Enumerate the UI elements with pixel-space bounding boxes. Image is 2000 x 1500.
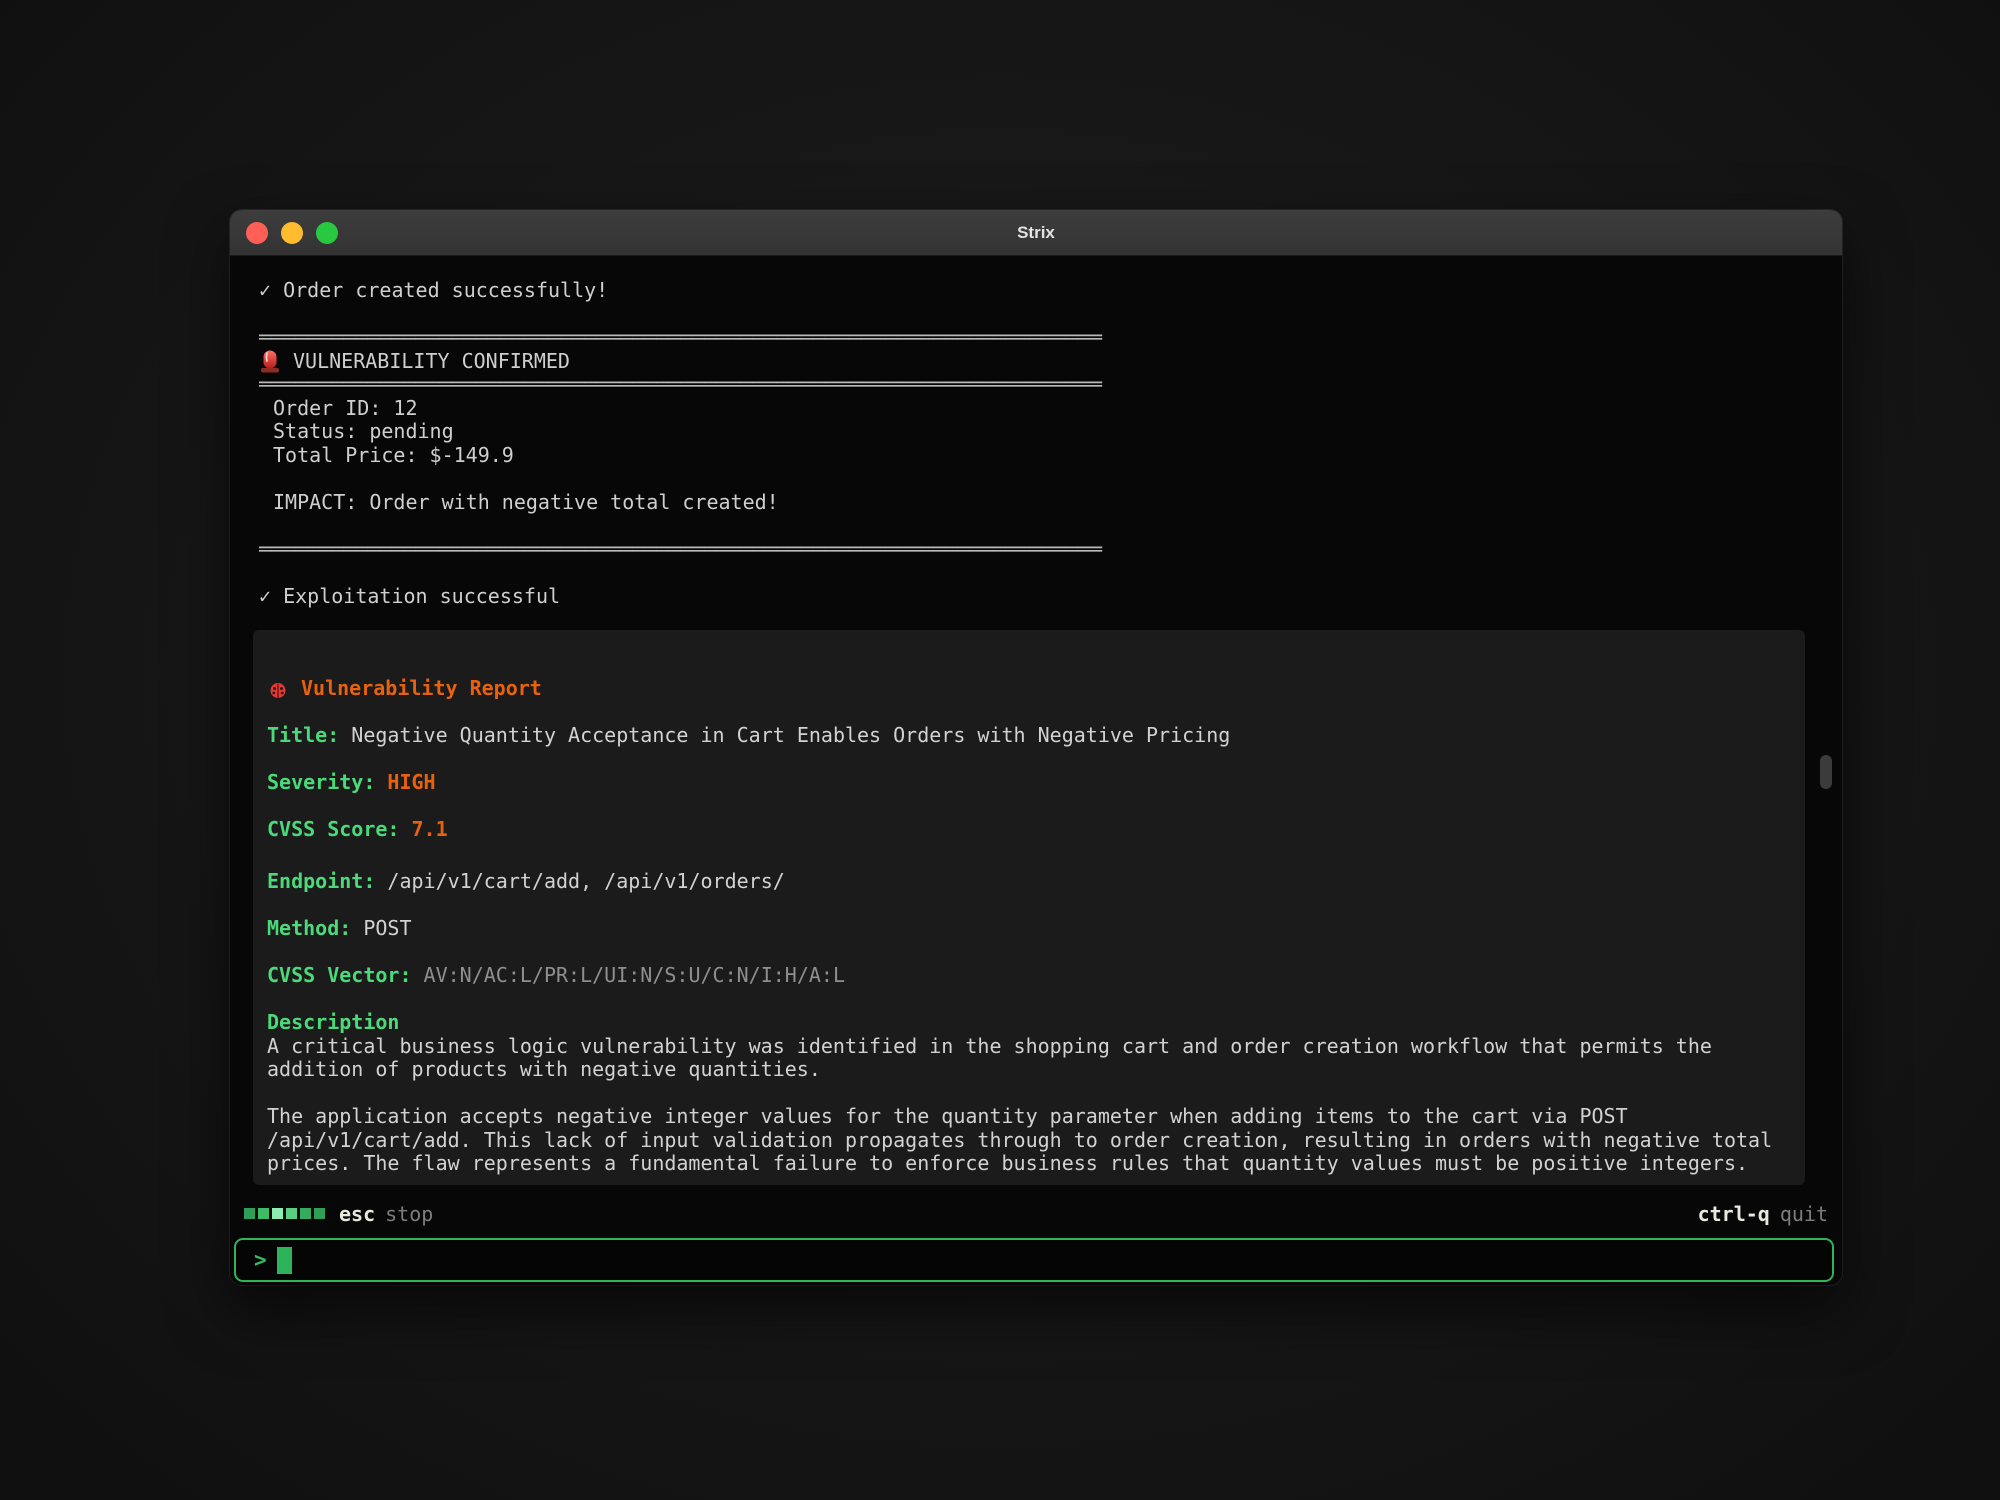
description-paragraph: The application accepts negative integer…	[267, 1105, 1787, 1176]
impact-line: IMPACT: Order with negative total create…	[259, 491, 1842, 515]
quit-action-label: quit	[1780, 1202, 1828, 1226]
order-id-line: Order ID: 12	[259, 397, 1842, 421]
field-label: CVSS Score:	[267, 817, 399, 841]
separator-line: ════════════════════════════════════════…	[259, 538, 1842, 562]
command-input[interactable]: >	[234, 1238, 1834, 1282]
window-title: Strix	[230, 223, 1842, 243]
report-field-title: Title: Negative Quantity Acceptance in C…	[267, 724, 1791, 748]
order-total-line: Total Price: $-149.9	[259, 444, 1842, 468]
report-heading-row: Vulnerability Report	[267, 677, 1791, 701]
quit-key-hint: ctrl-q	[1698, 1202, 1770, 1226]
status-bar: esc stop ctrl-q quit	[244, 1202, 1828, 1226]
report-field-endpoint: Endpoint: /api/v1/cart/add, /api/v1/orde…	[267, 870, 1791, 894]
separator-line: ════════════════════════════════════════…	[259, 326, 1842, 350]
activity-spinner	[244, 1208, 325, 1219]
siren-icon	[259, 349, 281, 373]
order-success-line: ✓ Order created successfully!	[259, 279, 1842, 303]
field-value: HIGH	[387, 770, 435, 794]
report-field-cvss-score: CVSS Score: 7.1	[267, 818, 1791, 842]
report-field-severity: Severity: HIGH	[267, 771, 1791, 795]
field-value: Negative Quantity Acceptance in Cart Ena…	[351, 723, 1230, 747]
esc-action-label: stop	[385, 1202, 433, 1226]
order-status-line: Status: pending	[259, 420, 1842, 444]
field-value: /api/v1/cart/add, /api/v1/orders/	[387, 869, 784, 893]
field-value: POST	[363, 916, 411, 940]
description-heading: Description	[267, 1011, 1791, 1035]
field-label: Title:	[267, 723, 339, 747]
field-value: 7.1	[412, 817, 448, 841]
terminal-output: ✓ Order created successfully! ══════════…	[259, 279, 1842, 608]
vuln-confirmed-heading: VULNERABILITY CONFIRMED	[259, 350, 1842, 374]
field-label: Endpoint:	[267, 869, 375, 893]
report-field-method: Method: POST	[267, 917, 1791, 941]
exploitation-success-line: ✓ Exploitation successful	[259, 585, 1842, 609]
separator-line: ════════════════════════════════════════…	[259, 373, 1842, 397]
titlebar: Strix	[230, 210, 1842, 256]
text-cursor	[277, 1247, 292, 1274]
field-label: Severity:	[267, 770, 375, 794]
report-field-cvss-vector: CVSS Vector: AV:N/AC:L/PR:L/UI:N/S:U/C:N…	[267, 964, 1791, 988]
description-paragraph: A critical business logic vulnerability …	[267, 1035, 1787, 1082]
esc-key-hint: esc	[339, 1202, 375, 1226]
prompt-chevron: >	[254, 1248, 267, 1272]
report-heading: Vulnerability Report	[301, 677, 542, 701]
ladybug-icon	[267, 677, 289, 701]
field-label: Method:	[267, 916, 351, 940]
vulnerability-report-panel: Vulnerability Report Title: Negative Qua…	[253, 630, 1805, 1185]
field-value: AV:N/AC:L/PR:L/UI:N/S:U/C:N/I:H/A:L	[424, 963, 845, 987]
vuln-confirmed-label: VULNERABILITY CONFIRMED	[293, 350, 570, 374]
field-label: CVSS Vector:	[267, 963, 412, 987]
scrollbar-thumb[interactable]	[1820, 755, 1832, 789]
strix-terminal-window: Strix ✓ Order created successfully! ════…	[230, 210, 1842, 1285]
